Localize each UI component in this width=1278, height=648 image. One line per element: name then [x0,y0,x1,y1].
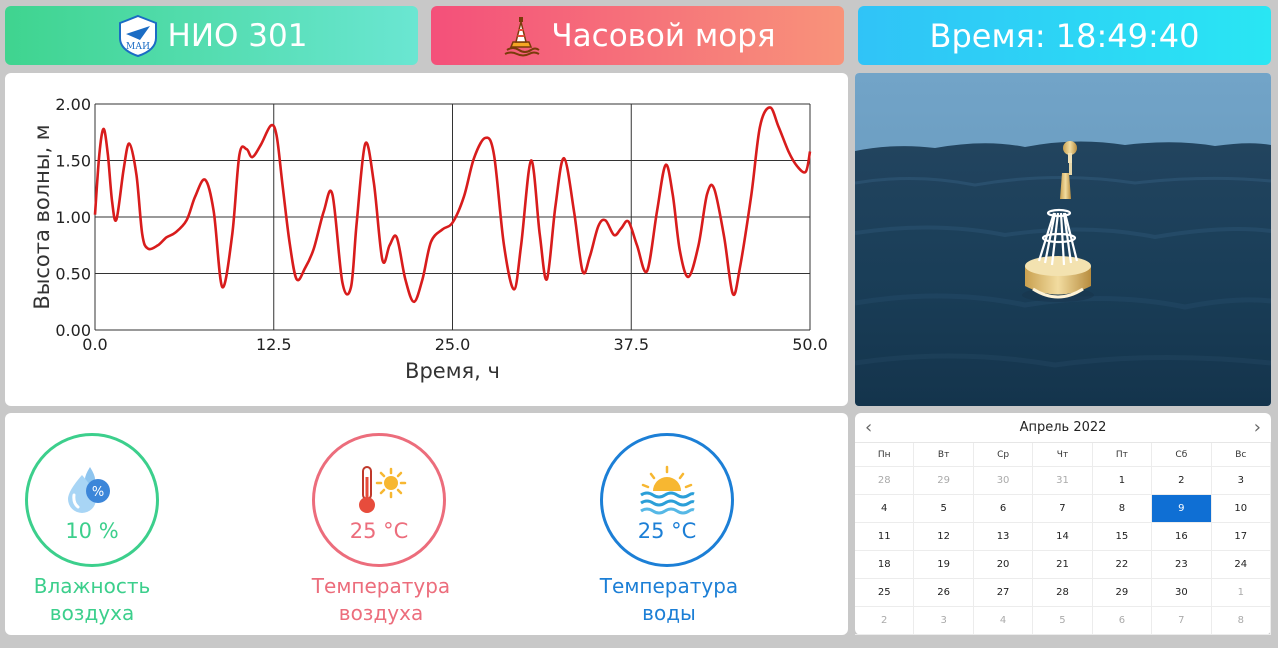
calendar-day[interactable]: 1 [1092,467,1153,495]
calendar-day[interactable]: 24 [1211,551,1271,579]
calendar-day[interactable]: 29 [914,467,974,495]
calendar-day[interactable]: 8 [1211,607,1271,635]
thermometer-sun-icon [359,466,407,513]
water-temp-gauge: 25 °C [600,433,734,567]
water-temp-label: Температура воды [599,574,739,625]
calendar-day[interactable]: 4 [855,495,915,523]
calendar-day[interactable]: 30 [973,467,1034,495]
weekday-header: Пт [1092,443,1153,467]
mai-logo-icon: МАИ [118,14,157,57]
y-tick-label: 1.50 [55,152,91,171]
calendar-day[interactable]: 14 [1033,523,1093,551]
calendar-day[interactable]: 29 [1092,579,1153,607]
calendar-day[interactable]: 9 [1152,495,1212,523]
humidity-label: Влажность воздуха [33,574,151,625]
calendar-day[interactable]: 6 [1092,607,1153,635]
y-tick-label: 2.00 [55,95,91,114]
calendar-day[interactable]: 16 [1152,523,1212,551]
water-temp-value: 25 °C [637,519,697,543]
calendar-day[interactable]: 10 [1211,495,1271,523]
calendar-day[interactable]: 15 [1092,523,1153,551]
calendar-day[interactable]: 25 [855,579,915,607]
x-axis-label: Время, ч [405,359,500,383]
air-temp-value: 25 °C [349,519,409,543]
calendar-day[interactable]: 31 [1033,467,1093,495]
x-tick-label: 0.0 [82,335,107,354]
calendar-title: Апрель 2022 [1019,420,1107,435]
weekday-header: Вс [1211,443,1271,467]
calendar-day[interactable]: 7 [1033,495,1093,523]
buoy-scene [855,73,1271,406]
svg-text:%: % [92,485,104,500]
weekday-header: Пн [855,443,915,467]
calendar-day[interactable]: 5 [914,495,974,523]
calendar-day[interactable]: 8 [1092,495,1153,523]
sensors-panel: % 10 % Влажность воздуха 25 °C Температу… [5,413,848,635]
calendar-day[interactable]: 11 [855,523,915,551]
calendar-next-button[interactable]: › [1254,418,1261,437]
calendar-day[interactable]: 18 [855,551,915,579]
sea-buoy-image [855,73,1271,406]
calendar-day[interactable]: 17 [1211,523,1271,551]
calendar: ‹ Апрель 2022 › Пн Вт Ср Чт Пт Сб Вс 28 29 30 31 1 2… [855,413,1271,635]
calendar-grid: Пн Вт Ср Чт Пт Сб Вс 28 29 30 31 1 2 3 4 5 6 7 8 9 10 11 12 13 1… [855,443,1271,635]
x-tick-label: 12.5 [256,335,292,354]
calendar-day[interactable]: 6 [973,495,1034,523]
x-tick-label: 50.0 [792,335,828,354]
calendar-day[interactable]: 20 [973,551,1034,579]
y-tick-label: 1.00 [55,208,91,227]
x-tick-label: 37.5 [613,335,649,354]
calendar-day[interactable]: 26 [914,579,974,607]
calendar-day[interactable]: 28 [855,467,915,495]
x-tick-label: 25.0 [435,335,471,354]
weekday-header: Ср [973,443,1034,467]
app-title: Часовой моря [551,17,776,54]
svg-text:МАИ: МАИ [126,42,150,52]
clock-header: Время: 18:49:40 [858,6,1271,65]
calendar-day[interactable]: 2 [1152,467,1212,495]
air-temp-label: Температура воздуха [311,574,451,625]
wave-height-chart: 0.000.501.001.502.000.0 12.5 25.0 37.5 50.0В… [30,95,828,383]
calendar-day[interactable]: 1 [1211,579,1271,607]
calendar-day[interactable]: 13 [973,523,1034,551]
calendar-day[interactable]: 3 [1211,467,1271,495]
calendar-day[interactable]: 22 [1092,551,1153,579]
calendar-day[interactable]: 3 [914,607,974,635]
app-header: Часовой моря [431,6,844,65]
weekday-header: Вт [914,443,974,467]
calendar-header: ‹ Апрель 2022 › [855,413,1271,443]
calendar-day[interactable]: 7 [1152,607,1212,635]
y-axis-label: Высота волны, м [30,124,54,309]
calendar-day[interactable]: 23 [1152,551,1212,579]
calendar-day[interactable]: 12 [914,523,974,551]
weekday-header: Чт [1033,443,1093,467]
calendar-day[interactable]: 19 [914,551,974,579]
sun-waves-icon [640,465,695,515]
buoy-icon [504,16,541,56]
humidity-drops-icon: % [68,467,110,513]
lab-title: НИО 301 [167,17,308,54]
weekday-header: Сб [1152,443,1212,467]
humidity-value: 10 % [65,519,119,543]
calendar-day[interactable]: 30 [1152,579,1212,607]
calendar-day[interactable]: 27 [973,579,1034,607]
clock-time: Время: 18:49:40 [929,16,1200,55]
calendar-day[interactable]: 4 [973,607,1034,635]
calendar-day[interactable]: 28 [1033,579,1093,607]
calendar-prev-button[interactable]: ‹ [865,418,872,437]
y-tick-label: 0.50 [55,265,91,284]
wave-chart-panel: 0.00 0.50 1.00 1.50 2.00 0.0 12.5 25.0 37.5 50.0 В… [5,73,848,406]
calendar-day[interactable]: 21 [1033,551,1093,579]
lab-header: МАИ НИО 301 [5,6,418,65]
calendar-day[interactable]: 5 [1033,607,1093,635]
calendar-day[interactable]: 2 [855,607,915,635]
air-temp-gauge: 25 °C [312,433,446,567]
humidity-gauge: % 10 % [25,433,159,567]
